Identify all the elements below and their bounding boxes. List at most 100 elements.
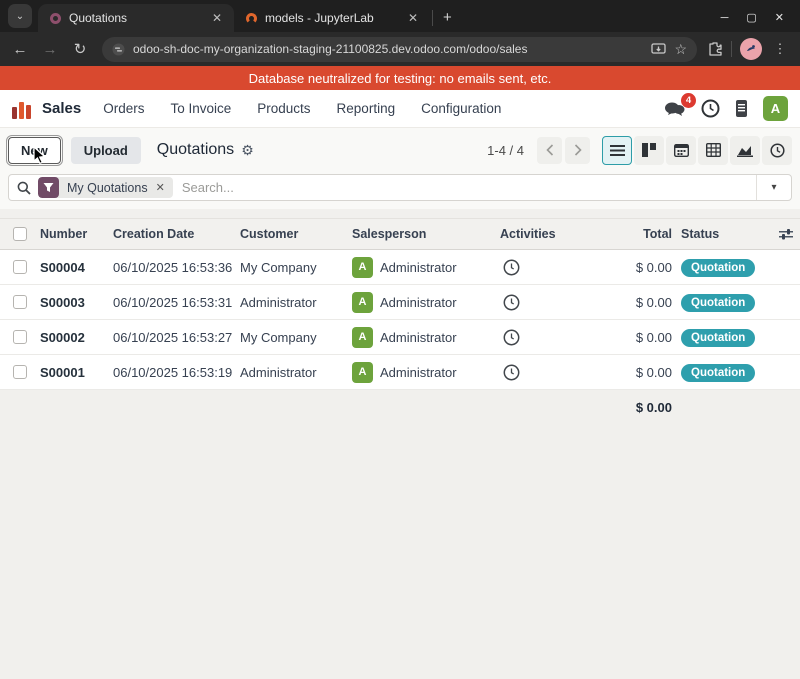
quotations-table: Number Creation Date Customer Salesperso… <box>0 218 800 424</box>
table-row[interactable]: S00001 06/10/2025 16:53:19 Administrator… <box>0 355 800 390</box>
site-settings-icon[interactable] <box>112 43 125 56</box>
customer-name: My Company <box>240 330 352 345</box>
browser-tabstrip: ⌄ Quotations ✕ models - JupyterLab ✕ + ─… <box>0 0 800 32</box>
salesperson-name: Administrator <box>380 365 457 380</box>
status-badge: Quotation <box>681 329 755 347</box>
address-bar[interactable]: odoo-sh-doc-my-organization-staging-2110… <box>102 37 697 62</box>
sales-app-icon[interactable] <box>12 99 32 119</box>
row-checkbox[interactable] <box>13 260 27 274</box>
table-header: Number Creation Date Customer Salesperso… <box>0 219 800 250</box>
test-banner-text: Database neutralized for testing: no ema… <box>249 71 552 86</box>
nav-menu: Orders To Invoice Products Reporting Configu… <box>103 101 501 116</box>
gear-icon[interactable]: ⚙ <box>241 142 254 159</box>
user-avatar[interactable]: A <box>763 96 788 121</box>
odoo-favicon-icon <box>50 13 61 24</box>
tab-close-icon[interactable]: ✕ <box>210 11 224 25</box>
row-total: $ 0.00 <box>612 260 672 275</box>
tab-quotations[interactable]: Quotations ✕ <box>38 4 234 32</box>
table-row[interactable]: S00004 06/10/2025 16:53:36 My Company A … <box>0 250 800 285</box>
browser-toolbar: ← → ↻ odoo-sh-doc-my-organization-stagin… <box>0 32 800 66</box>
install-app-icon[interactable] <box>651 43 666 56</box>
nav-menu-item[interactable]: Reporting <box>337 101 396 116</box>
salesperson-name: Administrator <box>380 295 457 310</box>
table-body: S00004 06/10/2025 16:53:36 My Company A … <box>0 250 800 390</box>
column-header-activities[interactable]: Activities <box>500 227 612 241</box>
activities-clock-icon[interactable] <box>701 99 720 118</box>
reload-button[interactable]: ↻ <box>68 40 92 58</box>
column-header-status[interactable]: Status <box>672 227 772 241</box>
page-title: Quotations <box>157 141 234 159</box>
quotation-number: S00001 <box>40 365 113 380</box>
upload-button[interactable]: Upload <box>71 137 141 164</box>
browser-menu-icon[interactable]: ⋮ <box>768 41 792 57</box>
list-view-button[interactable] <box>602 136 632 165</box>
facet-remove-icon[interactable]: ✕ <box>154 181 173 194</box>
select-all-checkbox[interactable] <box>13 227 27 241</box>
graph-view-button[interactable] <box>730 136 760 165</box>
tab-close-icon[interactable]: ✕ <box>406 11 420 25</box>
column-header-number[interactable]: Number <box>40 227 113 241</box>
column-header-customer[interactable]: Customer <box>240 227 352 241</box>
pager-next-icon[interactable] <box>565 137 590 164</box>
nav-menu-item[interactable]: To Invoice <box>170 101 231 116</box>
messages-icon[interactable]: 4 <box>664 100 686 118</box>
nav-menu-item[interactable]: Configuration <box>421 101 501 116</box>
row-checkbox[interactable] <box>13 295 27 309</box>
maximize-button[interactable]: ▢ <box>746 11 756 24</box>
filter-facet[interactable]: My Quotations ✕ <box>38 177 173 198</box>
activity-clock-icon[interactable] <box>500 329 612 346</box>
search-icon <box>17 181 31 195</box>
app-name[interactable]: Sales <box>42 100 81 117</box>
column-header-salesperson[interactable]: Salesperson <box>352 227 500 241</box>
search-bar[interactable]: My Quotations ✕ ▾ <box>8 174 792 201</box>
kanban-view-button[interactable] <box>634 136 664 165</box>
search-input[interactable] <box>182 180 756 195</box>
phone-icon[interactable] <box>735 99 748 118</box>
creation-date: 06/10/2025 16:53:31 <box>113 295 240 310</box>
tab-title: models - JupyterLab <box>265 11 398 25</box>
quotation-number: S00004 <box>40 260 113 275</box>
message-count-badge: 4 <box>681 93 696 108</box>
row-checkbox[interactable] <box>13 365 27 379</box>
extensions-icon[interactable] <box>707 41 723 57</box>
tab-search-button[interactable]: ⌄ <box>8 4 32 28</box>
bookmark-star-icon[interactable]: ☆ <box>674 41 687 58</box>
new-tab-button[interactable]: + <box>443 9 452 26</box>
nav-menu-item[interactable]: Orders <box>103 101 144 116</box>
column-header-creation-date[interactable]: Creation Date <box>113 227 240 241</box>
salesperson-avatar: A <box>352 362 373 383</box>
table-row[interactable]: S00003 06/10/2025 16:53:31 Administrator… <box>0 285 800 320</box>
nav-menu-item[interactable]: Products <box>257 101 310 116</box>
salesperson-avatar: A <box>352 257 373 278</box>
tab-jupyterlab[interactable]: models - JupyterLab ✕ <box>234 4 430 32</box>
systray: 4 A <box>664 96 788 121</box>
activity-clock-icon[interactable] <box>500 294 612 311</box>
back-button[interactable]: ← <box>8 41 32 58</box>
quotation-number: S00003 <box>40 295 113 310</box>
pager-prev-icon[interactable] <box>537 137 562 164</box>
test-banner: Database neutralized for testing: no ema… <box>0 66 800 90</box>
window-controls: ─ ▢ ✕ <box>721 11 794 32</box>
activity-clock-icon[interactable] <box>500 259 612 276</box>
facet-label: My Quotations <box>59 181 154 195</box>
column-header-total[interactable]: Total <box>612 227 672 241</box>
search-dropdown-caret-icon[interactable]: ▾ <box>757 182 791 193</box>
status-badge: Quotation <box>681 259 755 277</box>
activity-view-button[interactable] <box>762 136 792 165</box>
view-switcher <box>602 136 792 165</box>
table-row[interactable]: S00002 06/10/2025 16:53:27 My Company A … <box>0 320 800 355</box>
tab-separator <box>432 10 433 26</box>
forward-button[interactable]: → <box>38 41 62 58</box>
pivot-view-button[interactable] <box>698 136 728 165</box>
calendar-view-button[interactable] <box>666 136 696 165</box>
salesperson-name: Administrator <box>380 330 457 345</box>
filter-funnel-icon <box>38 177 59 198</box>
status-badge: Quotation <box>681 364 755 382</box>
activity-clock-icon[interactable] <box>500 364 612 381</box>
toolbar-separator <box>731 41 732 57</box>
close-button[interactable]: ✕ <box>775 11 784 24</box>
profile-avatar[interactable] <box>740 38 762 60</box>
optional-columns-icon[interactable] <box>772 228 800 240</box>
minimize-button[interactable]: ─ <box>721 12 729 24</box>
row-checkbox[interactable] <box>13 330 27 344</box>
